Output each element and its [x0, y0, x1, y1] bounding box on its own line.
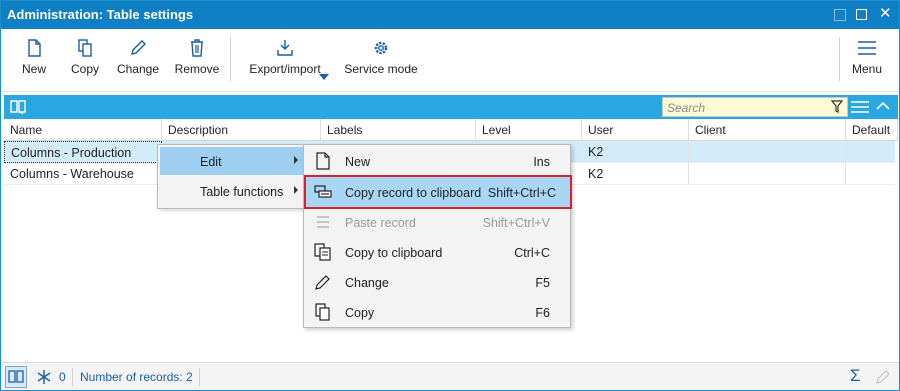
menu-item-shortcut: Ins	[533, 155, 550, 169]
gear-icon	[374, 41, 388, 55]
menu-item-label: Copy	[345, 306, 375, 320]
column-header-name[interactable]: Name	[4, 119, 162, 141]
pencil-icon	[131, 40, 146, 55]
chevron-up-icon[interactable]	[876, 101, 890, 111]
menu-item-label: Change	[345, 276, 389, 290]
clipboard-icon	[314, 243, 331, 261]
submenu-item-change[interactable]: Change F5	[306, 267, 570, 297]
window-title: Administration: Table settings	[7, 7, 194, 22]
row-client-cell[interactable]	[689, 141, 846, 163]
column-header-level[interactable]: Level	[476, 119, 582, 141]
status-divider	[199, 368, 200, 386]
menu-button-label: Menu	[851, 62, 883, 76]
hamburger-icon	[858, 41, 876, 55]
close-button[interactable]: ✕	[879, 6, 895, 23]
export-icon	[277, 40, 293, 56]
column-menu-icon[interactable]	[850, 99, 870, 115]
submenu-item-copy[interactable]: Copy F6	[306, 297, 570, 327]
menu-item-shortcut: F6	[535, 306, 550, 320]
copy-icon	[78, 39, 92, 57]
menu-button[interactable]: Menu	[847, 33, 887, 83]
search-placeholder: Search	[667, 101, 706, 115]
edit-disabled-icon	[876, 370, 890, 384]
change-button-label: Change	[116, 62, 160, 76]
new-button-label: New	[21, 62, 46, 76]
grid-header-strip: Search	[4, 95, 898, 119]
row-user-cell[interactable]: K2	[582, 163, 689, 185]
submenu-arrow-icon	[294, 186, 298, 194]
column-header-client[interactable]: Client	[689, 119, 846, 141]
service-mode-label: Service mode	[344, 62, 418, 76]
paste-record-icon	[317, 216, 329, 228]
new-button[interactable]: New	[15, 33, 53, 83]
pencil-icon	[315, 275, 330, 290]
new-document-icon	[28, 39, 41, 57]
toolbar: New Copy Change Remove Export/import Ser…	[1, 29, 899, 92]
search-field[interactable]: Search	[662, 97, 848, 117]
book-icon	[8, 370, 24, 383]
service-mode-button[interactable]: Service mode	[341, 33, 421, 83]
menu-item-shortcut: F5	[535, 276, 550, 290]
row-name-cell[interactable]: Columns - Production	[4, 141, 162, 163]
sum-icon[interactable]: Σ	[850, 366, 861, 386]
menu-item-shortcut: Shift+Ctrl+V	[482, 216, 550, 230]
column-header-description[interactable]: Description	[162, 119, 321, 141]
menu-item-shortcut: Ctrl+C	[514, 246, 550, 260]
status-divider	[72, 368, 73, 386]
copy-button-label: Copy	[70, 62, 99, 76]
snowflake-icon[interactable]	[36, 369, 52, 385]
app-window: Administration: Table settings ✕ New Cop…	[0, 0, 900, 391]
menu-item-label: Copy record to clipboard	[345, 186, 482, 200]
menu-item-shortcut: Shift+Ctrl+C	[487, 186, 556, 200]
maximize-button[interactable]	[856, 9, 867, 20]
submenu-item-paste-record[interactable]: Paste record Shift+Ctrl+V	[306, 207, 570, 237]
column-header-labels[interactable]: Labels	[321, 119, 476, 141]
title-bar: Administration: Table settings ✕	[1, 1, 899, 29]
submenu-arrow-icon	[294, 156, 298, 164]
toolbar-divider	[230, 37, 231, 81]
copy-icon	[315, 303, 330, 321]
submenu-item-copy-record-to-clipboard[interactable]: Copy record to clipboard Shift+Ctrl+C	[304, 175, 572, 209]
context-menu-item-edit[interactable]: Edit	[160, 147, 303, 175]
filter-count: 0	[59, 370, 66, 384]
copy-button[interactable]: Copy	[65, 33, 105, 83]
menu-item-label: Table functions	[200, 185, 284, 199]
book-icon[interactable]	[10, 99, 26, 114]
remove-button-label: Remove	[174, 62, 220, 76]
export-import-label: Export/import	[249, 62, 321, 76]
context-menu: Edit Table functions	[157, 144, 304, 209]
row-name-cell[interactable]: Columns - Warehouse	[4, 163, 162, 185]
toolbar-divider-right	[839, 37, 840, 81]
new-document-icon	[316, 152, 330, 170]
context-menu-item-table-functions[interactable]: Table functions	[160, 177, 303, 205]
status-bar: 0 Number of records: 2 Σ	[1, 362, 899, 390]
column-header-default[interactable]: Default	[846, 119, 898, 141]
record-count: Number of records: 2	[80, 370, 193, 384]
column-header-user[interactable]: User	[582, 119, 689, 141]
change-button[interactable]: Change	[114, 33, 162, 83]
menu-item-label: New	[345, 155, 371, 169]
copy-record-icon	[314, 185, 332, 198]
row-user-cell[interactable]: K2	[582, 141, 689, 163]
menu-item-label: Copy to clipboard	[345, 246, 443, 260]
filter-icon[interactable]	[831, 100, 843, 114]
book-toggle-button[interactable]	[5, 366, 27, 388]
column-headers: Name Description Labels Level User Clien…	[4, 119, 898, 141]
edit-submenu: New Ins Copy record to clipboard Shift+C…	[303, 144, 572, 328]
restore-icon[interactable]	[834, 9, 846, 21]
remove-button[interactable]: Remove	[173, 33, 221, 83]
submenu-item-new[interactable]: New Ins	[306, 146, 570, 176]
submenu-item-copy-to-clipboard[interactable]: Copy to clipboard Ctrl+C	[306, 237, 570, 267]
row-client-cell[interactable]	[689, 163, 846, 185]
export-import-button[interactable]: Export/import	[239, 33, 331, 83]
menu-item-label: Edit	[200, 155, 222, 169]
dropdown-arrow-icon	[319, 74, 329, 80]
menu-item-label: Paste record	[345, 216, 416, 230]
trash-icon	[191, 39, 203, 57]
